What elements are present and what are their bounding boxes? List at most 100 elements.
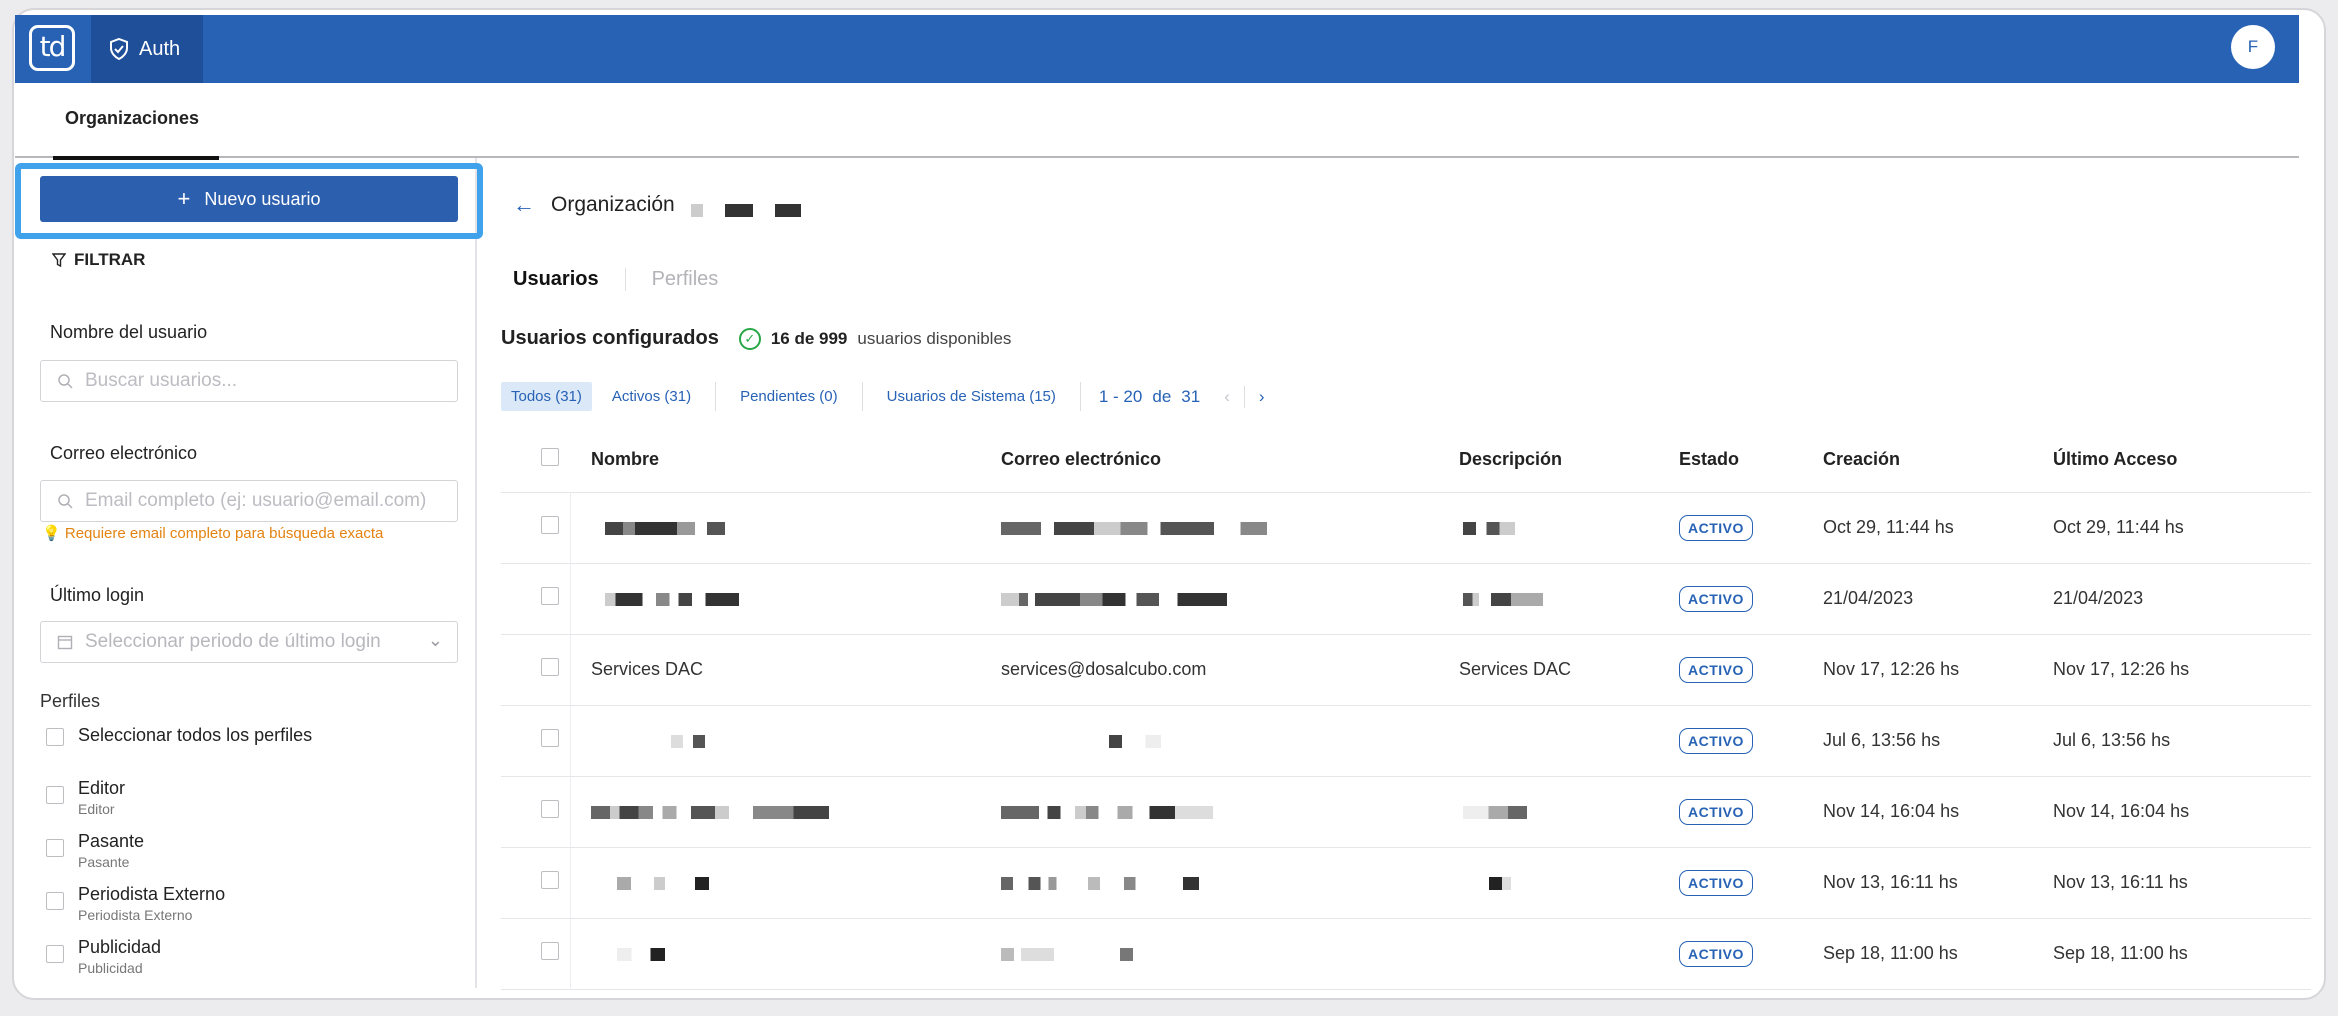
table-row[interactable]: ACTIVO Nov 13, 16:11 hs Nov 13, 16:11 hs	[501, 847, 2311, 919]
select-all-rows-checkbox[interactable]	[541, 448, 559, 467]
name-search-field[interactable]	[40, 360, 458, 402]
page-range: 1 - 20	[1098, 386, 1143, 406]
redacted-desc	[1489, 872, 1511, 892]
redacted-email	[1001, 872, 1199, 892]
profile-item[interactable]: Publicidad Publicidad	[46, 937, 161, 976]
col-estado[interactable]: Estado	[1679, 428, 1823, 493]
tab-usuarios[interactable]: Usuarios	[513, 268, 626, 291]
sub-navigation: Organizaciones	[15, 83, 2299, 160]
top-bar: td Auth F	[15, 15, 2299, 83]
redacted-name	[617, 872, 709, 892]
created-date: 21/04/2023	[1823, 563, 2053, 635]
profiles-title: Perfiles	[40, 691, 101, 711]
funnel-icon	[52, 253, 66, 267]
email-hint: 💡 Requiere email completo para búsqueda …	[42, 525, 384, 542]
last-login-picker[interactable]: Seleccionar periodo de último login ⌄	[40, 621, 458, 663]
tab-perfiles[interactable]: Perfiles	[652, 268, 745, 291]
email-search-input[interactable]	[85, 490, 445, 512]
email-search-field[interactable]	[40, 480, 458, 522]
status-filters: Todos (31) Activos (31) Pendientes (0) U…	[501, 382, 1265, 411]
profile-item[interactable]: Editor Editor	[46, 778, 125, 817]
last-access-date: Sep 18, 11:00 hs	[2053, 918, 2311, 990]
last-access-date: 21/04/2023	[2053, 563, 2311, 635]
col-correo[interactable]: Correo electrónico	[1001, 428, 1459, 493]
new-user-button[interactable]: + Nuevo usuario	[40, 176, 458, 222]
redacted-desc	[1463, 588, 1543, 608]
created-date: Sep 18, 11:00 hs	[1823, 918, 2053, 990]
row-checkbox[interactable]	[541, 516, 559, 534]
profile-item[interactable]: Periodista Externo Periodista Externo	[46, 884, 225, 923]
chevron-right-icon[interactable]: ›	[1259, 387, 1265, 407]
redacted-name	[671, 730, 705, 750]
col-nombre[interactable]: Nombre	[591, 428, 1001, 493]
profile-checkbox[interactable]	[46, 839, 64, 857]
col-descripcion[interactable]: Descripción	[1459, 428, 1679, 493]
redacted-desc	[1463, 801, 1527, 821]
org-title: Organización	[551, 193, 675, 216]
section-title: Usuarios configurados	[501, 327, 719, 349]
table-row[interactable]: ACTIVO Nov 14, 16:04 hs Nov 14, 16:04 hs	[501, 776, 2311, 848]
row-checkbox[interactable]	[541, 587, 559, 605]
table-row[interactable]: ACTIVO Sep 18, 11:00 hs Sep 18, 11:00 hs	[501, 918, 2311, 990]
row-checkbox[interactable]	[541, 800, 559, 818]
select-all-checkbox[interactable]	[46, 728, 64, 746]
profile-item[interactable]: Pasante Pasante	[46, 831, 144, 870]
redacted-name	[617, 943, 665, 963]
auth-module-tab[interactable]: Auth	[91, 15, 203, 83]
email-filter-label: Correo electrónico	[50, 443, 198, 463]
plus-icon: +	[177, 186, 191, 211]
select-all-profiles[interactable]: Seleccionar todos los perfiles	[46, 725, 312, 746]
row-checkbox[interactable]	[541, 658, 559, 676]
created-date: Nov 17, 12:26 hs	[1823, 634, 2053, 706]
redacted-email	[1109, 730, 1161, 750]
pagination: 1 - 20 de 31 ‹ ›	[1098, 385, 1265, 408]
status-badge: ACTIVO	[1679, 514, 1753, 541]
table-row[interactable]: ACTIVO 21/04/2023 21/04/2023	[501, 563, 2311, 635]
redacted-name	[591, 801, 829, 821]
shield-check-icon	[110, 38, 128, 60]
check-circle-icon: ✓	[738, 327, 761, 350]
redacted-name	[605, 517, 725, 537]
status-badge: ACTIVO	[1679, 798, 1753, 825]
last-access-date: Oct 29, 11:44 hs	[2053, 492, 2311, 564]
row-checkbox[interactable]	[541, 729, 559, 747]
redacted-email	[1001, 943, 1133, 963]
filter-todos[interactable]: Todos (31)	[501, 382, 592, 411]
last-access-date: Nov 13, 16:11 hs	[2053, 847, 2311, 919]
profile-checkbox[interactable]	[46, 945, 64, 963]
filter-activos[interactable]: Activos (31)	[602, 382, 717, 411]
filter-pendientes[interactable]: Pendientes (0)	[730, 382, 863, 411]
org-name-redacted	[690, 203, 801, 217]
status-badge: ACTIVO	[1679, 656, 1753, 683]
app-logo[interactable]: td	[29, 25, 75, 71]
table-row[interactable]: ACTIVO Jul 6, 13:56 hs Jul 6, 13:56 hs	[501, 705, 2311, 777]
main-content: ← Organización Usuarios Perfiles Usuario…	[477, 158, 2311, 990]
status-badge: ACTIVO	[1679, 727, 1753, 754]
table-row[interactable]: Services DAC services@dosalcubo.com Serv…	[501, 634, 2311, 706]
row-checkbox[interactable]	[541, 871, 559, 889]
user-avatar[interactable]: F	[2231, 25, 2275, 69]
back-arrow-icon[interactable]: ←	[513, 192, 535, 218]
filter-title: FILTRAR	[52, 250, 145, 270]
name-search-input[interactable]	[85, 370, 445, 392]
created-date: Jul 6, 13:56 hs	[1823, 705, 2053, 777]
filter-sistema[interactable]: Usuarios de Sistema (15)	[877, 382, 1081, 411]
chevron-left-icon[interactable]: ‹	[1224, 387, 1230, 407]
redacted-email	[1001, 588, 1227, 608]
last-access-date: Nov 14, 16:04 hs	[2053, 776, 2311, 848]
org-header: ← Organización	[513, 192, 801, 218]
table-row[interactable]: ACTIVO Oct 29, 11:44 hs Oct 29, 11:44 hs	[501, 492, 2311, 564]
col-ultimo-acceso[interactable]: Último Acceso	[2053, 428, 2311, 493]
row-checkbox[interactable]	[541, 942, 559, 960]
section-header: Usuarios configurados ✓ 16 de 999 usuari…	[501, 327, 1011, 350]
created-date: Nov 13, 16:11 hs	[1823, 847, 2053, 919]
profile-checkbox[interactable]	[46, 786, 64, 804]
new-user-label: Nuevo usuario	[204, 188, 321, 209]
last-login-placeholder: Seleccionar periodo de último login	[85, 631, 381, 652]
tab-organizaciones[interactable]: Organizaciones	[52, 83, 220, 160]
col-creacion[interactable]: Creación	[1823, 428, 2053, 493]
chevron-down-icon: ⌄	[427, 630, 443, 650]
calendar-icon	[57, 635, 73, 650]
lightbulb-icon: 💡	[42, 525, 61, 542]
profile-checkbox[interactable]	[46, 892, 64, 910]
